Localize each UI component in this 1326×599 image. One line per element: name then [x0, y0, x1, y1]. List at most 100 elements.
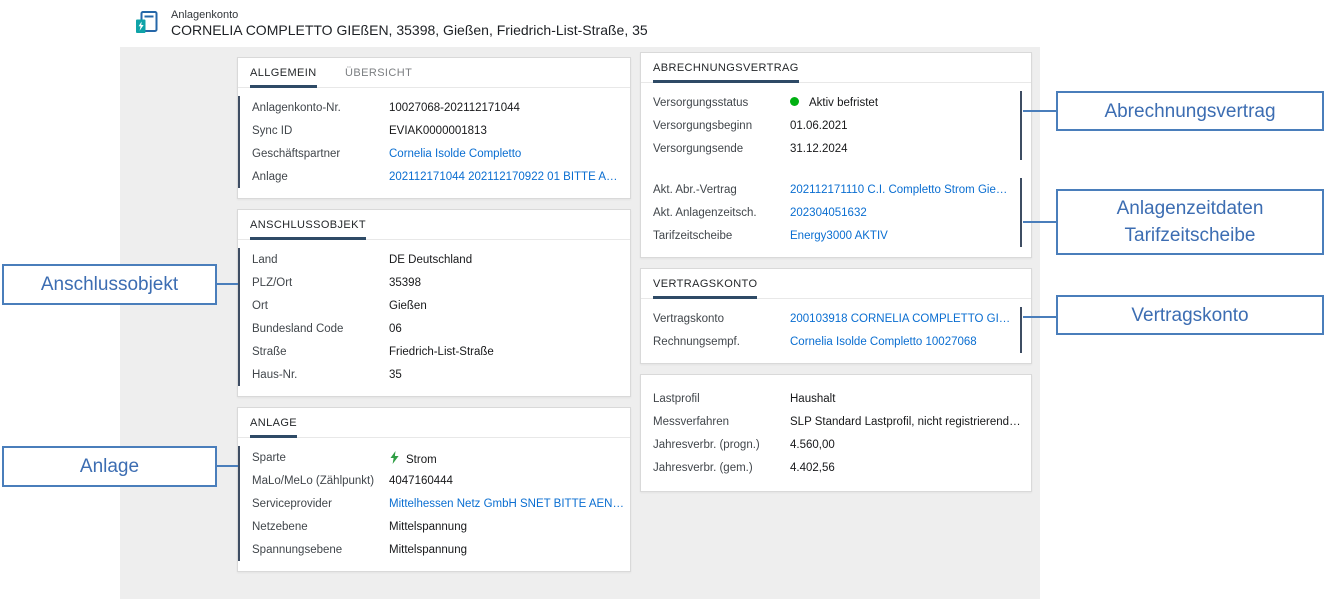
card-header: ANLAGE [238, 408, 630, 438]
field-label: Geschäftspartner [252, 148, 389, 160]
annotation-anschlussobjekt: Anschlussobjekt [2, 264, 217, 305]
field-value: 4.560,00 [790, 439, 1031, 451]
field-label: Anlage [252, 171, 389, 183]
field-value: 4047160444 [389, 475, 630, 487]
field-value: Aktiv befristet [790, 97, 1020, 109]
field-label: Ort [252, 300, 389, 312]
field-versorgungsende: Versorgungsende 31.12.2024 [641, 137, 1020, 160]
field-spacer [641, 160, 1031, 178]
annotation-label-line2: Tarifzeitscheibe [1125, 222, 1256, 249]
field-value: DE Deutschland [389, 254, 630, 266]
field-label: Messverfahren [653, 416, 790, 428]
field-anlage: Anlage 202112171044 202112170922 01 BITT… [240, 165, 630, 188]
field-label: Serviceprovider [252, 498, 389, 510]
header: Anlagenkonto CORNELIA COMPLETTO GIEßEN, … [120, 0, 1040, 47]
annotation-anlagenzeitdaten-tarifzeitscheibe: Anlagenzeitdaten Tarifzeitscheibe [1056, 189, 1324, 255]
field-value: Friedrich-List-Straße [389, 346, 630, 358]
annotation-connector-abrechnungsvertrag [1023, 110, 1056, 112]
field-label: Anlagenkonto-Nr. [252, 102, 389, 114]
card-header: VERTRAGSKONTO [641, 269, 1031, 299]
field-label: Lastprofil [653, 393, 790, 405]
annotation-label: Vertragskonto [1131, 302, 1248, 329]
field-anlagenkonto-nr: Anlagenkonto-Nr. 10027068-202112171044 [240, 96, 630, 119]
field-value: 35398 [389, 277, 630, 289]
geschaeftspartner-link[interactable]: Cornelia Isolde Completto [389, 148, 630, 160]
field-value: 4.402,56 [790, 462, 1031, 474]
field-label: Versorgungsende [653, 143, 790, 155]
card-title-vertragskonto: VERTRAGSKONTO [653, 269, 757, 299]
field-haus-nr: Haus-Nr. 35 [240, 363, 630, 386]
field-spannungsebene: Spannungsebene Mittelspannung [240, 538, 630, 561]
annotation-connector-vertragskonto [1023, 316, 1056, 318]
field-label: Rechnungsempf. [653, 336, 790, 348]
tab-uebersicht[interactable]: ÜBERSICHT [345, 58, 412, 85]
field-serviceprovider: Serviceprovider Mittelhessen Netz GmbH S… [240, 492, 630, 515]
card-title-anlage: ANLAGE [250, 408, 297, 438]
page-title: Anlagenkonto [171, 9, 648, 21]
field-label: Straße [252, 346, 389, 358]
field-sync-id: Sync ID EVIAK0000001813 [240, 119, 630, 142]
serviceprovider-link[interactable]: Mittelhessen Netz GmbH SNET BITTE AENDER… [389, 498, 630, 510]
field-land: Land DE Deutschland [240, 248, 630, 271]
field-label: Akt. Abr.-Vertrag [653, 184, 790, 196]
field-label: Jahresverbr. (gem.) [653, 462, 790, 474]
field-tarifzeitscheibe: Tarifzeitscheibe Energy3000 AKTIV [641, 224, 1020, 247]
field-value: 10027068-202112171044 [389, 102, 630, 114]
field-value: 06 [389, 323, 630, 335]
field-sparte: Sparte Strom [240, 446, 630, 469]
anlagenkonto-icon [134, 10, 161, 37]
field-plz-ort: PLZ/Ort 35398 [240, 271, 630, 294]
card-verbrauchsdaten: Lastprofil Haushalt Messverfahren SLP St… [640, 374, 1032, 492]
abr-vertrag-link[interactable]: 202112171110 C.I. Completto Strom Gießen [790, 184, 1020, 196]
field-label: Sparte [252, 452, 389, 464]
field-label: Jahresverbr. (progn.) [653, 439, 790, 451]
field-jahresverbr-progn: Jahresverbr. (progn.) 4.560,00 [641, 433, 1031, 456]
field-value: Mittelspannung [389, 521, 630, 533]
field-vertragskonto: Vertragskonto 200103918 CORNELIA COMPLET… [641, 307, 1020, 330]
annotation-anlage: Anlage [2, 446, 217, 487]
field-label: Vertragskonto [653, 313, 790, 325]
field-jahresverbr-gem: Jahresverbr. (gem.) 4.402,56 [641, 456, 1031, 479]
annotation-connector-anlagenzeitdaten [1023, 221, 1056, 223]
anlage-link[interactable]: 202112171044 202112170922 01 BITTE AENDE… [389, 171, 630, 183]
context-title: CORNELIA COMPLETTO GIEßEN, 35398, Gießen… [171, 22, 648, 38]
card-header: ANSCHLUSSOBJEKT [238, 210, 630, 240]
anlagenzeitsch-link[interactable]: 202304051632 [790, 207, 1020, 219]
field-label: Versorgungsstatus [653, 97, 790, 109]
tab-allgemein[interactable]: ALLGEMEIN [250, 58, 317, 88]
sparte-text: Strom [406, 454, 437, 466]
tarifzeitscheibe-link[interactable]: Energy3000 AKTIV [790, 230, 1020, 242]
tab-bar: ALLGEMEIN ÜBERSICHT [238, 58, 630, 88]
field-value: SLP Standard Lastprofil, nicht registrie… [790, 416, 1031, 428]
field-malo-melo: MaLo/MeLo (Zählpunkt) 4047160444 [240, 469, 630, 492]
annotation-abrechnungsvertrag: Abrechnungsvertrag [1056, 91, 1324, 131]
vertragskonto-link[interactable]: 200103918 CORNELIA COMPLETTO GIEßEN [790, 313, 1020, 325]
right-column: ABRECHNUNGSVERTRAG Versorgungsstatus Akt… [640, 52, 1032, 502]
field-messverfahren: Messverfahren SLP Standard Lastprofil, n… [641, 410, 1031, 433]
rechnungsempf-link[interactable]: Cornelia Isolde Completto 10027068 [790, 336, 1020, 348]
field-label: Spannungsebene [252, 544, 389, 556]
field-value: Gießen [389, 300, 630, 312]
field-versorgungsbeginn: Versorgungsbeginn 01.06.2021 [641, 114, 1020, 137]
card-allgemein: ALLGEMEIN ÜBERSICHT Anlagenkonto-Nr. 100… [237, 57, 631, 199]
field-label: Bundesland Code [252, 323, 389, 335]
field-value: EVIAK0000001813 [389, 125, 630, 137]
annotation-connector-anschlussobjekt [217, 283, 238, 285]
field-akt-anlagenzeitsch: Akt. Anlagenzeitsch. 202304051632 [641, 201, 1020, 224]
app-window: Anlagenkonto CORNELIA COMPLETTO GIEßEN, … [120, 0, 1040, 599]
field-geschaeftspartner: Geschäftspartner Cornelia Isolde Complet… [240, 142, 630, 165]
field-label: PLZ/Ort [252, 277, 389, 289]
field-value: Mittelspannung [389, 544, 630, 556]
field-ort: Ort Gießen [240, 294, 630, 317]
card-anschlussobjekt: ANSCHLUSSOBJEKT Land DE Deutschland PLZ/… [237, 209, 631, 397]
annotation-label: Anschlussobjekt [41, 271, 178, 298]
field-strasse: Straße Friedrich-List-Straße [240, 340, 630, 363]
status-text: Aktiv befristet [809, 97, 878, 109]
field-lastprofil: Lastprofil Haushalt [641, 387, 1031, 410]
field-label: Sync ID [252, 125, 389, 137]
field-rechnungsempf: Rechnungsempf. Cornelia Isolde Completto… [641, 330, 1020, 353]
annotation-label-line1: Anlagenzeitdaten [1117, 195, 1264, 222]
field-value: 35 [389, 369, 630, 381]
field-versorgungsstatus: Versorgungsstatus Aktiv befristet [641, 91, 1020, 114]
card-abrechnungsvertrag: ABRECHNUNGSVERTRAG Versorgungsstatus Akt… [640, 52, 1032, 258]
